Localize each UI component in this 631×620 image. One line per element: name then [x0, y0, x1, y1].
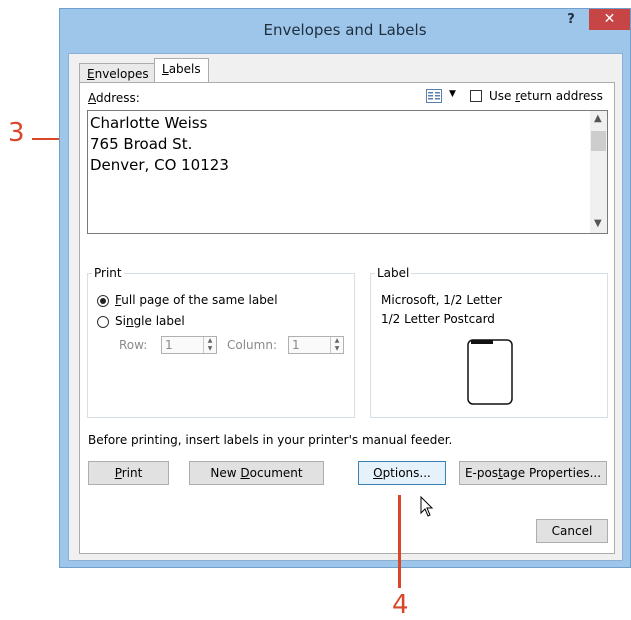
row-spinner[interactable]: 1 ▲ ▼ [161, 336, 217, 354]
callout-4: 4 [392, 590, 409, 620]
use-return-address-checkbox[interactable] [470, 90, 482, 102]
row-value: 1 [165, 338, 173, 352]
spin-arrows-icon[interactable]: ▲ ▼ [203, 337, 216, 353]
row-label: Row: [119, 338, 148, 352]
print-group: Print Full page of the same label Single… [87, 266, 355, 418]
options-button[interactable]: Options... [358, 461, 446, 485]
single-label-radio[interactable] [97, 316, 109, 328]
callout-3: 3 [8, 118, 25, 148]
column-spinner[interactable]: 1 ▲ ▼ [288, 336, 344, 354]
label-vendor: Microsoft, 1/2 Letter [381, 293, 502, 307]
callout-4-line [398, 495, 401, 588]
column-label: Column: [227, 338, 277, 352]
print-button[interactable]: Print [88, 461, 169, 485]
label-group[interactable]: Label Microsoft, 1/2 Letter 1/2 Letter P… [370, 266, 608, 418]
tab-envelopes[interactable]: Envelopes [79, 63, 157, 82]
column-value: 1 [292, 338, 300, 352]
cancel-button[interactable]: Cancel [536, 519, 608, 543]
help-button[interactable]: ? [560, 11, 582, 31]
spin-arrows-icon[interactable]: ▲ ▼ [330, 337, 343, 353]
close-button[interactable]: ✕ [589, 9, 630, 30]
full-page-radio[interactable] [97, 295, 109, 307]
epostage-properties-button[interactable]: E-postage Properties... [459, 461, 607, 485]
labels-tab-panel: Address: ▼ Use return address Charlotte … [79, 82, 615, 554]
feeder-notice: Before printing, insert labels in your p… [88, 433, 453, 447]
address-scrollbar[interactable]: ▲ ▼ [590, 111, 607, 233]
address-textarea[interactable]: Charlotte Weiss 765 Broad St. Denver, CO… [87, 110, 608, 234]
scroll-up-icon[interactable]: ▲ [594, 113, 602, 124]
full-page-label[interactable]: Full page of the same label [115, 293, 278, 307]
label-preview-icon [467, 339, 513, 405]
address-book-icon[interactable] [426, 89, 442, 103]
address-label: Address: [88, 91, 140, 105]
chevron-down-icon[interactable]: ▼ [449, 89, 456, 99]
scroll-thumb[interactable] [591, 131, 606, 151]
single-label-label[interactable]: Single label [115, 314, 185, 328]
envelopes-labels-dialog: Envelopes and Labels ? ✕ Envelopes Label… [59, 8, 631, 568]
dialog-client: Envelopes Labels Address: ▼ Use return a… [68, 53, 623, 561]
scroll-down-icon[interactable]: ▼ [594, 218, 602, 229]
new-document-button[interactable]: New Document [189, 461, 324, 485]
tab-labels[interactable]: Labels [154, 58, 209, 83]
address-text: Charlotte Weiss 765 Broad St. Denver, CO… [90, 114, 229, 174]
mouse-cursor-icon [420, 496, 434, 517]
use-return-address-label[interactable]: Use return address [489, 89, 603, 103]
label-product: 1/2 Letter Postcard [381, 312, 495, 326]
label-group-legend: Label [375, 266, 412, 280]
title-bar[interactable]: Envelopes and Labels ? ✕ [60, 9, 630, 51]
window-title: Envelopes and Labels [263, 21, 427, 39]
print-group-legend: Print [92, 266, 124, 280]
